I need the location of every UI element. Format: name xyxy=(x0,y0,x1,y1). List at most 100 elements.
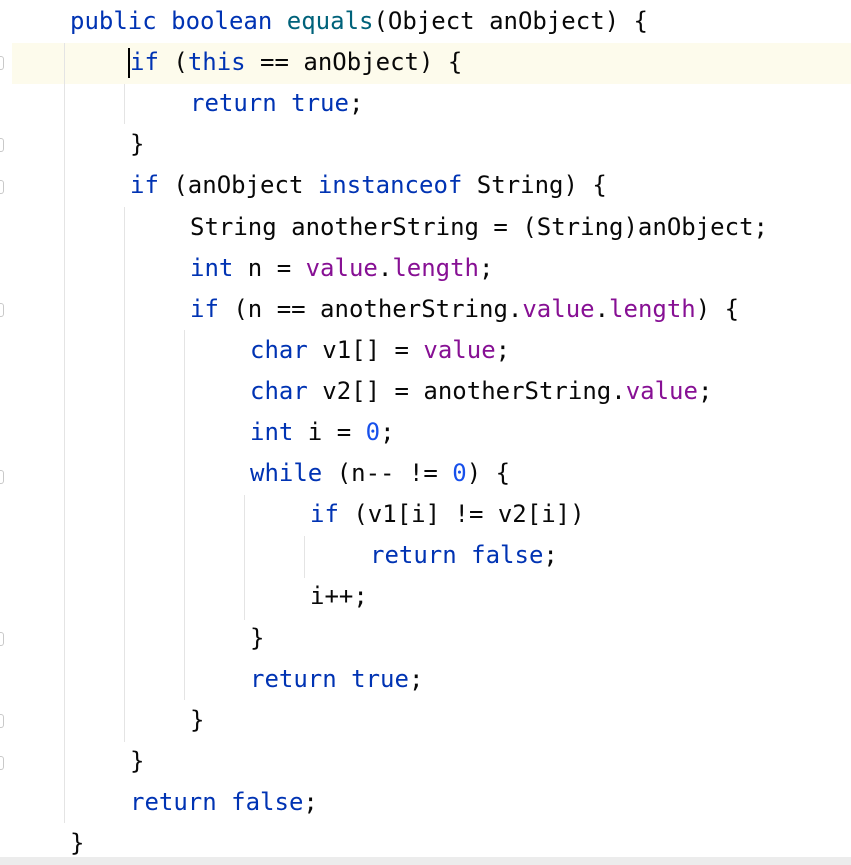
token-text: ; xyxy=(697,376,713,405)
token-kw: if xyxy=(310,500,339,529)
code-line[interactable]: return true; xyxy=(250,659,423,700)
fold-icon[interactable] xyxy=(0,470,4,484)
token-kw: char xyxy=(250,335,308,364)
fold-icon[interactable] xyxy=(0,138,4,152)
token-text: ; xyxy=(408,664,424,693)
indent-guide xyxy=(64,43,65,823)
token-text: v1[] = xyxy=(307,335,424,364)
token-text: ; xyxy=(348,89,364,118)
token-text: } xyxy=(130,130,145,159)
token-fld: value xyxy=(522,294,595,323)
token-text: (v1[i] != v2[i]) xyxy=(338,500,585,529)
token-text: String) { xyxy=(462,171,607,200)
token-text: ; xyxy=(479,253,494,282)
token-text: ; xyxy=(303,787,318,816)
code-line[interactable]: } xyxy=(130,124,144,165)
token-kw: return xyxy=(190,89,277,118)
indent-guide xyxy=(124,84,125,124)
token-fld: value xyxy=(625,376,698,405)
token-text: } xyxy=(70,829,85,857)
token-kw: public xyxy=(70,7,157,35)
fold-icon[interactable] xyxy=(0,303,4,317)
token-kw: if xyxy=(190,294,219,323)
token-text: ) { xyxy=(695,294,740,323)
token-kw: true xyxy=(351,664,409,693)
token-fld: length xyxy=(609,294,696,323)
token-fld: value xyxy=(305,253,378,282)
code-line[interactable]: return true; xyxy=(190,83,363,124)
token-kw: return xyxy=(250,664,337,693)
token-text: ; xyxy=(380,418,395,446)
fold-icon[interactable] xyxy=(0,56,4,70)
code-line[interactable]: if (n == anotherString.value.length) { xyxy=(190,289,739,330)
indent-guide xyxy=(304,536,305,578)
token-text: (n == anotherString. xyxy=(218,294,523,323)
code-line[interactable]: int n = value.length; xyxy=(190,248,493,289)
token-kw: instanceof xyxy=(317,171,463,200)
token-num: 0 xyxy=(365,418,381,446)
token-fld: value xyxy=(423,335,496,364)
token-text: ; xyxy=(543,541,558,570)
token-text: String anotherString = (String)anObject; xyxy=(190,212,768,241)
horizontal-scrollbar[interactable] xyxy=(0,857,851,865)
code-line[interactable]: return false; xyxy=(370,535,558,576)
fold-icon[interactable] xyxy=(0,756,4,770)
code-line[interactable]: } xyxy=(130,741,144,782)
code-editor[interactable]: public boolean equals(Object anObject) {… xyxy=(0,0,851,865)
token-text: n = xyxy=(233,253,306,282)
token-kw: false xyxy=(231,787,304,816)
token-text: } xyxy=(190,705,205,734)
code-line[interactable]: if (this == anObject) { xyxy=(130,42,462,83)
token-text: i++; xyxy=(310,582,368,611)
token-text: == anObject) { xyxy=(245,48,463,77)
token-kw: false xyxy=(471,541,544,570)
code-line[interactable]: return false; xyxy=(130,782,318,823)
token-text: . xyxy=(594,294,610,323)
code-line[interactable]: int i = 0; xyxy=(250,412,395,453)
code-line[interactable]: } xyxy=(190,700,204,741)
token-kw: if xyxy=(130,48,159,77)
fold-icon[interactable] xyxy=(0,714,4,728)
token-text: ( xyxy=(158,48,188,77)
token-kw: while xyxy=(250,459,323,488)
token-kw: int xyxy=(190,253,234,282)
token-kw: if xyxy=(130,171,159,200)
token-text: v2[] = anotherString. xyxy=(307,376,626,405)
token-text: (anObject xyxy=(158,171,318,200)
token-kw: char xyxy=(250,376,308,405)
code-line[interactable]: String anotherString = (String)anObject; xyxy=(190,207,768,248)
token-kw: this xyxy=(187,48,246,77)
token-fn: equals xyxy=(286,7,374,35)
token-fld: length xyxy=(392,253,480,282)
code-line[interactable]: char v1[] = value; xyxy=(250,330,510,371)
indent-guide xyxy=(244,495,245,620)
code-line[interactable]: char v2[] = anotherString.value; xyxy=(250,371,712,412)
code-line[interactable]: if (v1[i] != v2[i]) xyxy=(310,494,585,535)
token-text: ; xyxy=(495,335,511,364)
token-kw: boolean xyxy=(171,7,273,35)
gutter[interactable] xyxy=(0,0,12,865)
code-line[interactable]: while (n-- != 0) { xyxy=(250,453,510,494)
token-num: 0 xyxy=(452,459,467,488)
fold-icon[interactable] xyxy=(0,180,4,194)
text-caret xyxy=(128,48,130,78)
token-text: (Object anObject) { xyxy=(373,7,649,35)
token-text: } xyxy=(250,623,265,652)
token-text: . xyxy=(377,253,393,282)
token-text: (n-- != xyxy=(322,459,453,488)
code-line[interactable]: if (anObject instanceof String) { xyxy=(130,165,607,206)
token-text: ) { xyxy=(466,459,511,488)
code-line[interactable]: } xyxy=(250,618,264,659)
token-text: i = xyxy=(293,418,366,446)
code-line[interactable]: i++; xyxy=(310,576,368,617)
token-kw: int xyxy=(250,418,294,446)
fold-icon[interactable] xyxy=(0,632,4,646)
token-kw: true xyxy=(291,89,349,118)
code-line[interactable]: public boolean equals(Object anObject) { xyxy=(70,1,648,42)
token-kw: return xyxy=(370,541,457,570)
